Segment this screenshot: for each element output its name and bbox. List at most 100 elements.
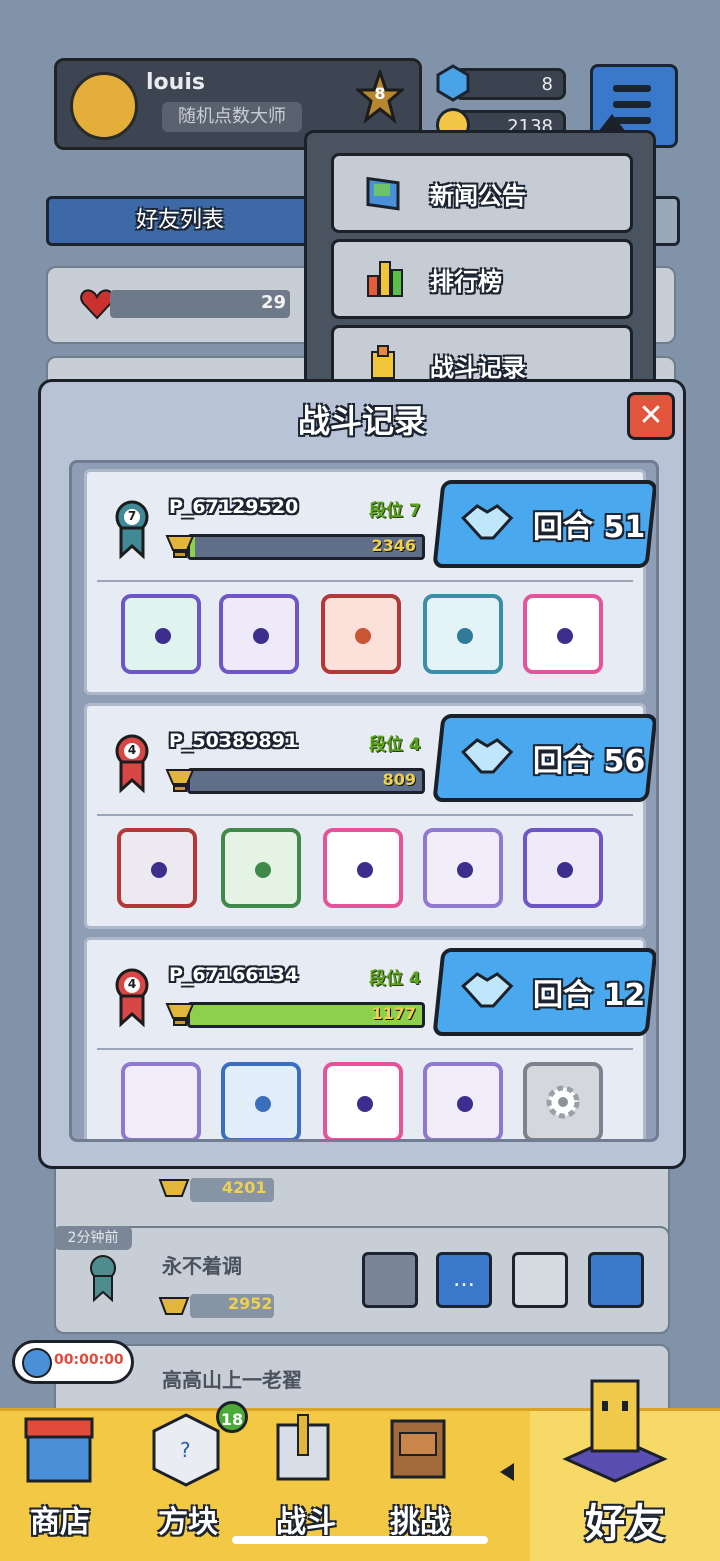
divider [97, 814, 633, 816]
nav-friends[interactable]: 好友 [530, 1379, 720, 1561]
handshake-icon [459, 500, 515, 544]
trophy-progress-bar: 1177 [187, 1002, 425, 1028]
challenge-icon [382, 1411, 454, 1489]
delete-friend-button[interactable] [362, 1252, 418, 1308]
home-indicator[interactable] [232, 1536, 488, 1544]
bar-chart-icon [364, 256, 408, 300]
dan-level: 段位 7 [369, 501, 421, 521]
friends-list-tab[interactable]: 好友列表 [46, 196, 314, 246]
rank-number: 4 [127, 743, 137, 757]
dice-slot-3[interactable] [323, 1062, 403, 1139]
trophy-icon [165, 530, 195, 560]
friend-name: 永不着调 [162, 1254, 242, 1278]
battle-record-card[interactable]: 4 P_67166134 段位 4 1177 回合 12 [84, 937, 656, 1139]
round-button[interactable]: 回合 56 [432, 714, 656, 802]
nav-label: 商店 [30, 1505, 90, 1540]
dice-slot-1[interactable] [121, 1062, 201, 1139]
menu-item-label: 新闻公告 [430, 182, 526, 210]
collapse-arrow-icon[interactable] [500, 1463, 514, 1481]
hearts-count: 29 [260, 292, 286, 313]
rank-ribbon-icon [88, 1254, 118, 1304]
trophy-count: 1177 [371, 1004, 416, 1023]
rank-number: 7 [127, 509, 137, 523]
friend-trophy: 4201 [222, 1178, 267, 1197]
dice-slot-2[interactable] [221, 828, 301, 908]
dice-slot-4[interactable] [423, 1062, 503, 1139]
friend-name: 高高山上一老翟 [162, 1368, 302, 1392]
battle-icon [268, 1411, 340, 1489]
dice-slot-3[interactable] [323, 828, 403, 908]
dice-slot-2[interactable] [221, 1062, 301, 1139]
dice-slot-4[interactable] [423, 594, 503, 674]
menu-item-label: 战斗记录 [430, 354, 526, 382]
nav-label: 战斗 [276, 1505, 336, 1540]
dice-slot-1[interactable] [121, 594, 201, 674]
opponent-name: P_67166134 [169, 964, 299, 986]
trophy-icon [165, 764, 195, 794]
player-name: louis [146, 70, 205, 95]
record-list[interactable]: 7 P_67129520 段位 7 2346 回合 51 4 P_5038989… [69, 460, 659, 1142]
round-button[interactable]: 回合 51 [432, 480, 656, 568]
timer-text: 00:00:00 [54, 1352, 124, 1368]
trophy-progress-bar: 809 [187, 768, 425, 794]
nav-shop[interactable]: 商店 [0, 1411, 120, 1561]
gem-icon [436, 64, 470, 102]
trophy-icon [165, 998, 195, 1028]
player-avatar[interactable] [70, 72, 138, 140]
star-level: 8 [374, 84, 386, 103]
trophy-count: 809 [382, 770, 416, 789]
rank-ribbon-icon: 4 [115, 734, 149, 794]
gear-icon [545, 1084, 581, 1120]
battle-record-card[interactable]: 7 P_67129520 段位 7 2346 回合 51 [84, 469, 656, 695]
nav-dice[interactable]: ? 18 方块 [128, 1401, 248, 1561]
notification-badge: 18 [216, 1401, 248, 1433]
dice-slot-5[interactable] [523, 828, 603, 908]
opponent-name: P_67129520 [169, 496, 299, 518]
nav-label: 好友 [585, 1501, 665, 1547]
close-button[interactable]: ✕ [627, 392, 675, 440]
dice-slot-5[interactable] [523, 594, 603, 674]
rank-ribbon-icon: 7 [115, 500, 149, 560]
dice-slot-3[interactable] [321, 594, 401, 674]
divider [97, 1048, 633, 1050]
battle-record-card[interactable]: 4 P_50389891 段位 4 809 回合 56 [84, 703, 656, 929]
gem-counter: 8 [454, 68, 566, 100]
menu-item-news[interactable]: 新闻公告 [331, 153, 633, 233]
friends-character-icon [560, 1367, 670, 1487]
rank-ribbon-icon: 4 [115, 968, 149, 1028]
round-button[interactable]: 回合 12 [432, 948, 656, 1036]
chat-button[interactable]: … [436, 1252, 492, 1308]
dice-slot-4[interactable] [423, 828, 503, 908]
modal-title: 战斗记录 [297, 402, 426, 440]
trophy-count: 2346 [371, 536, 416, 555]
dice-box-icon: ? [150, 1411, 222, 1489]
dice-slot-5[interactable] [523, 1062, 603, 1139]
divider [97, 580, 633, 582]
svg-text:?: ? [180, 1438, 191, 1462]
battle-friend-button[interactable] [512, 1252, 568, 1308]
heart-icon [80, 288, 114, 320]
dan-level: 段位 4 [369, 735, 421, 755]
friend-trophy: 2952 [228, 1294, 273, 1313]
shop-icon [20, 1411, 98, 1489]
dan-level: 段位 4 [369, 969, 421, 989]
nav-label: 挑战 [390, 1505, 450, 1540]
trophy-progress-bar: 2346 [187, 534, 425, 560]
dice-slot-1[interactable] [117, 828, 197, 908]
dropdown-pointer [598, 114, 626, 132]
round-count: 回合 56 [533, 744, 646, 779]
round-count: 回合 12 [533, 978, 646, 1013]
last-online-badge: 2分钟前 [54, 1226, 132, 1250]
news-icon [364, 172, 404, 212]
opponent-name: P_50389891 [169, 730, 299, 752]
handshake-icon [459, 734, 515, 778]
dice-slot-2[interactable] [219, 594, 299, 674]
menu-item-leaderboard[interactable]: 排行榜 [331, 239, 633, 319]
handshake-icon [459, 968, 515, 1012]
battle-record-modal: 战斗记录 ✕ 7 P_67129520 段位 7 2346 回合 51 4 P_… [38, 379, 686, 1169]
round-count: 回合 51 [533, 510, 646, 545]
menu-item-label: 排行榜 [430, 268, 502, 296]
trophy-icon [158, 1292, 190, 1322]
battle-record-icon [364, 342, 404, 382]
gift-heart-button[interactable] [588, 1252, 644, 1308]
